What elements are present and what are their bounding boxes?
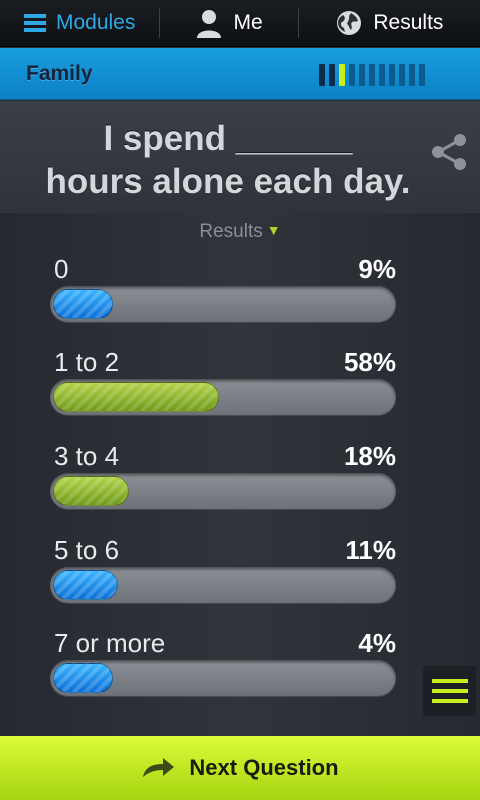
nav-modules-label: Modules [55, 11, 136, 34]
nav-modules-button[interactable]: Modules [0, 0, 159, 47]
result-bar-track [50, 567, 396, 603]
progress-tick [399, 64, 405, 86]
next-question-label: Next Question [189, 755, 339, 780]
result-percent: 18% [343, 441, 396, 471]
result-bar-fill [53, 289, 113, 319]
menu-button[interactable] [423, 666, 476, 716]
menu-icon-bar [431, 689, 468, 693]
next-question-button[interactable]: Next Question [0, 736, 480, 800]
result-percent: 4% [358, 628, 396, 658]
result-bar-track [50, 660, 396, 696]
result-percent: 11% [345, 535, 396, 565]
globe-icon [337, 11, 362, 35]
results-toggle[interactable]: Results ▼ [0, 221, 480, 243]
progress-tick [339, 64, 345, 86]
progress-tick [369, 64, 375, 86]
progress-tick [409, 64, 415, 86]
result-bar-fill [53, 476, 129, 506]
nav-me-button[interactable]: Me [160, 0, 297, 47]
result-bar-fill [53, 663, 113, 693]
app-screen: Modules Me Results Family I spend ______ [0, 0, 480, 800]
category-bar: Family [0, 48, 480, 100]
category-title: Family [26, 62, 93, 85]
hamburger-icon [23, 14, 46, 32]
result-percent: 58% [343, 347, 396, 377]
nav-results-button[interactable]: Results [299, 0, 480, 47]
progress-tick [329, 64, 335, 86]
question-progress-indicator [319, 64, 425, 86]
result-bar-track [50, 286, 396, 322]
top-nav: Modules Me Results [0, 0, 480, 47]
question-panel: I spend ______ hours alone each day. [0, 101, 480, 213]
result-bar-track [50, 473, 396, 509]
result-bar-track [50, 379, 396, 415]
progress-tick [419, 64, 425, 86]
progress-tick [349, 64, 355, 86]
progress-tick [359, 64, 365, 86]
progress-tick [319, 64, 325, 86]
result-label: 0 [54, 254, 69, 284]
result-label: 7 or more [54, 628, 166, 658]
nav-me-label: Me [233, 11, 263, 34]
chevron-down-icon: ▼ [266, 222, 281, 238]
progress-tick [389, 64, 395, 86]
question-line-1: I spend ______ [103, 119, 353, 158]
result-bar-fill [53, 382, 219, 412]
results-toggle-label: Results [199, 221, 263, 242]
nav-results-label: Results [373, 11, 444, 34]
result-bar-fill [53, 570, 118, 600]
arrow-right-icon [143, 758, 175, 777]
question-line-2: hours alone each day. [45, 162, 411, 201]
share-icon[interactable] [428, 130, 472, 174]
result-label: 5 to 6 [54, 535, 120, 565]
progress-tick [379, 64, 385, 86]
result-label: 3 to 4 [54, 441, 120, 471]
menu-icon-bar [431, 699, 468, 703]
menu-icon-bar [431, 679, 468, 683]
question-text: I spend ______ hours alone each day. [0, 117, 456, 203]
user-icon [197, 10, 222, 38]
result-label: 1 to 2 [54, 347, 120, 377]
result-percent: 9% [358, 254, 396, 284]
